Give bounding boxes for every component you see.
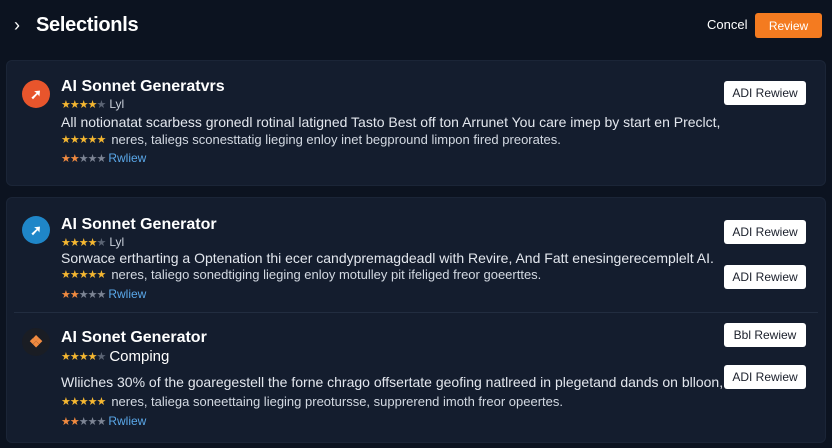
review-link-row[interactable]: ★★★★★ Rwliew xyxy=(61,151,146,165)
star-rating-icon: ★★★★★ xyxy=(61,134,106,146)
review-link-row[interactable]: ★★★★★ Rwliew xyxy=(61,287,146,301)
item-title: AI Sonet Generator xyxy=(61,329,207,346)
star-rating-icon: ★★★★★ xyxy=(61,396,106,408)
item-description: Wliiches 30% of the goaregestell the for… xyxy=(61,374,724,390)
add-review-button[interactable]: ADI Rewiew xyxy=(724,81,806,105)
rating-label: Comping xyxy=(109,348,170,365)
review-link[interactable]: Rwliew xyxy=(108,151,146,165)
sub-description: neres, taliegs sconesttatig lieging enlo… xyxy=(111,132,561,147)
cancel-button[interactable]: Concel xyxy=(707,17,747,32)
header-bar: › Selectionls Concel Review xyxy=(0,0,832,52)
back-chevron-icon[interactable]: › xyxy=(14,14,30,36)
rating-label: Lyl xyxy=(109,97,125,111)
mini-star-icon: ★★★★★ xyxy=(61,152,106,165)
add-review-button[interactable]: ADI Rewiew xyxy=(724,365,806,389)
star-rating-icon: ★★★★★ xyxy=(61,269,106,281)
page-title: Selectionls xyxy=(36,14,139,36)
item-title: AI Sonnet Generator xyxy=(61,216,217,233)
rating-row: ★★★★★ Comping xyxy=(61,348,169,365)
sub-description-row: ★★★★★ neres, taliega soneettaing lieging… xyxy=(61,394,563,409)
add-review-button[interactable]: ADI Rewiew xyxy=(724,265,806,289)
rating-row: ★★★★★ Lyl xyxy=(61,235,124,249)
app-logo-icon: ❖ xyxy=(22,328,50,356)
app-logo-icon: ➚ xyxy=(22,216,50,244)
sub-description-row: ★★★★★ neres, taliegs sconesttatig liegin… xyxy=(61,132,561,147)
add-review-button[interactable]: Bbl Rewiew xyxy=(724,323,806,347)
sub-description: neres, taliega soneettaing lieging preot… xyxy=(111,394,563,409)
review-link[interactable]: Rwliew xyxy=(108,287,146,301)
rating-row: ★★★★★ Lyl xyxy=(61,97,124,111)
item-title: AI Sonnet Generatvrs xyxy=(61,78,225,95)
sub-description-row: ★★★★★ neres, taliego sonedtiging lieging… xyxy=(61,267,541,282)
star-rating-icon: ★★★★★ xyxy=(61,236,106,249)
divider xyxy=(14,312,818,313)
sub-description: neres, taliego sonedtiging lieging enloy… xyxy=(111,267,542,282)
item-description: All notionatat scarbess gronedl rotinal … xyxy=(61,114,721,130)
rating-label: Lyl xyxy=(109,235,125,249)
mini-star-icon: ★★★★★ xyxy=(61,288,106,301)
review-button[interactable]: Review xyxy=(755,13,822,38)
item-description: Sorwace ertharting a Optenation thi ecer… xyxy=(61,250,714,266)
review-link-row[interactable]: ★★★★★ Rwliew xyxy=(61,414,146,428)
star-rating-icon: ★★★★★ xyxy=(61,98,106,111)
add-review-button[interactable]: ADI Rewiew xyxy=(724,220,806,244)
mini-star-icon: ★★★★★ xyxy=(61,415,106,428)
review-link[interactable]: Rwliew xyxy=(108,414,146,428)
app-logo-icon: ➚ xyxy=(22,80,50,108)
star-rating-icon: ★★★★★ xyxy=(61,351,106,363)
